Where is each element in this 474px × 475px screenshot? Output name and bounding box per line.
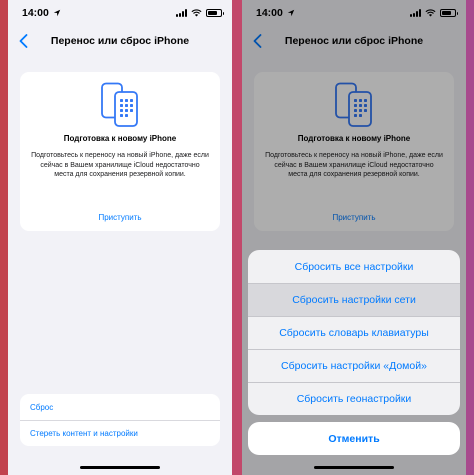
battery-icon [206,9,224,17]
reset-options-list: Сброс Стереть контент и настройки [20,394,220,446]
action-sheet-options: Сбросить все настройки Сбросить настройк… [248,250,460,415]
status-bar: 14:00 [8,0,232,26]
status-time: 14:00 [22,7,49,19]
reset-network-settings-option[interactable]: Сбросить настройки сети [248,283,460,316]
card-title: Подготовка к новому iPhone [63,134,177,143]
back-button[interactable] [12,30,34,52]
navigation-bar: Перенос или сброс iPhone [8,26,232,56]
prepare-new-iphone-card: Подготовка к новому iPhone Подготовьтесь… [20,72,220,231]
reset-all-settings-option[interactable]: Сбросить все настройки [248,250,460,283]
cancel-button[interactable]: Отменить [248,422,460,455]
reset-home-screen-layout-option[interactable]: Сбросить настройки «Домой» [248,349,460,382]
page-title: Перенос или сброс iPhone [50,35,190,47]
erase-content-item[interactable]: Стереть контент и настройки [20,420,220,446]
reset-location-privacy-option[interactable]: Сбросить геонастройки [248,382,460,415]
wifi-icon [191,9,202,17]
location-arrow-icon [53,9,61,17]
home-indicator [80,466,160,469]
two-phones-icon [101,82,138,127]
phone-screen-right: 14:00 Перенос или сброс iPhone Подготовк… [242,0,466,475]
reset-item[interactable]: Сброс [20,394,220,420]
phone-screen-left: 14:00 Перенос или сброс iPhone Подготовк… [8,0,232,475]
signal-icon [176,9,187,17]
chevron-left-icon [19,34,27,48]
card-description: Подготовьтесь к переносу на новый iPhone… [31,152,209,178]
home-indicator [314,466,394,469]
reset-keyboard-dictionary-option[interactable]: Сбросить словарь клавиатуры [248,316,460,349]
get-started-link[interactable]: Приступить [20,213,220,222]
